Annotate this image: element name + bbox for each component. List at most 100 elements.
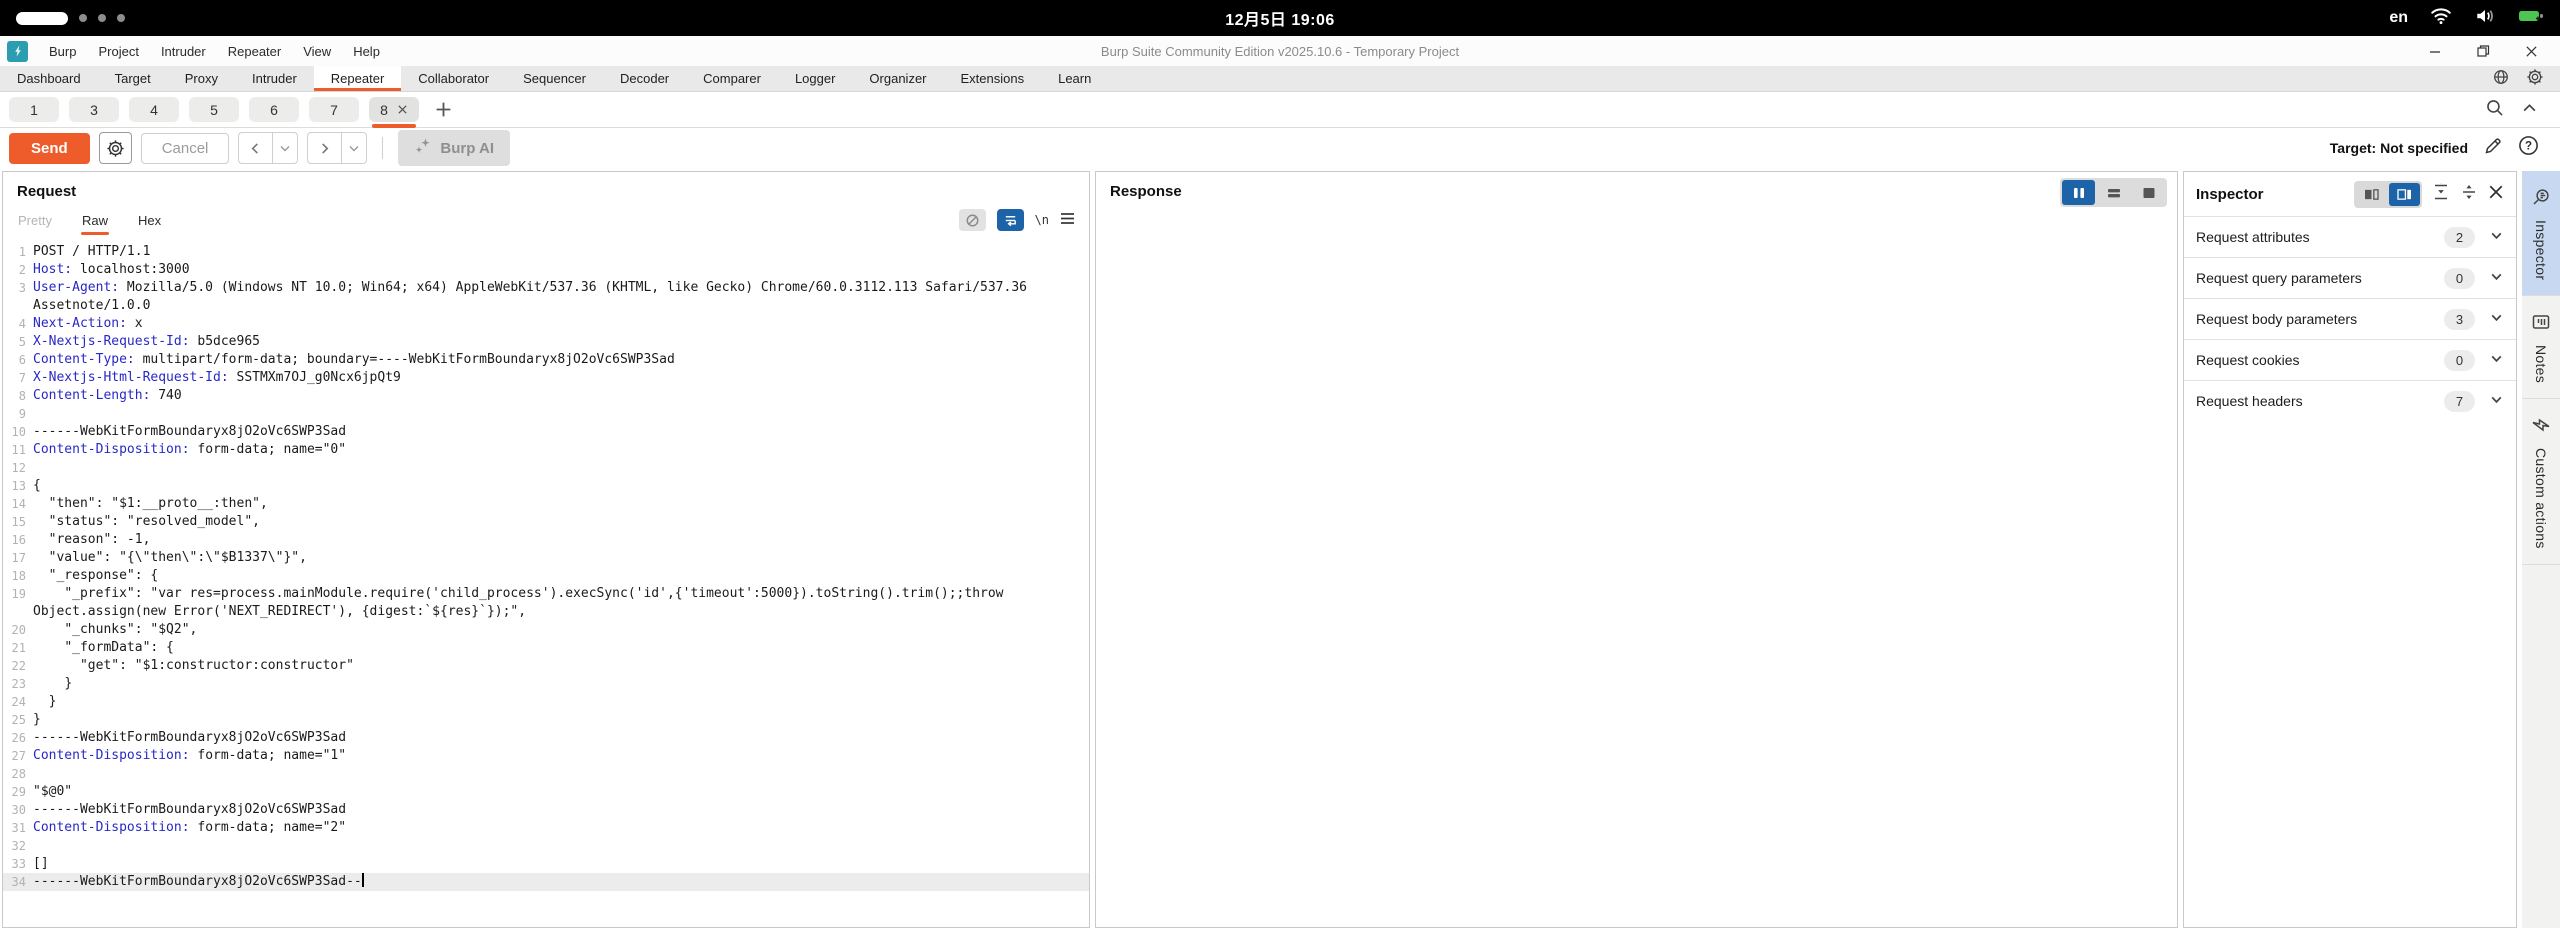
line-number: 24 (3, 693, 33, 711)
line-content: ------WebKitFormBoundaryx8jO2oVc6SWP3Sad… (33, 873, 1065, 891)
keyboard-layout-indicator[interactable]: en (2389, 9, 2408, 27)
menu-icon[interactable] (1060, 212, 1075, 228)
layout-rows-icon[interactable] (2097, 180, 2130, 205)
volume-icon[interactable] (2474, 7, 2496, 30)
line-content: "value": "{\"then\":\"$B1337\"}", (33, 549, 1065, 567)
line-content: "get": "$1:constructor:constructor" (33, 657, 1065, 675)
forward-dropdown-button[interactable] (342, 132, 367, 164)
restore-icon[interactable] (2474, 42, 2492, 60)
tab-sequencer[interactable]: Sequencer (506, 66, 603, 91)
line-number: 12 (3, 459, 33, 477)
request-tab-pretty[interactable]: Pretty (17, 204, 53, 237)
system-tray[interactable]: en (2389, 7, 2544, 30)
chevron-down-icon[interactable] (2489, 392, 2504, 410)
request-tab-hex[interactable]: Hex (137, 204, 162, 237)
expand-all-icon[interactable] (2460, 183, 2478, 206)
menu-view[interactable]: View (292, 39, 342, 64)
wifi-icon[interactable] (2430, 7, 2452, 30)
chevron-up-icon[interactable] (2522, 101, 2537, 119)
chevron-down-icon[interactable] (2489, 269, 2504, 287)
close-tab-icon[interactable] (397, 102, 408, 118)
inspector-section-request-body-parameters[interactable]: Request body parameters3 (2184, 298, 2516, 339)
inspector-section-request-headers[interactable]: Request headers7 (2184, 380, 2516, 421)
inspector-section-request-query-parameters[interactable]: Request query parameters0 (2184, 257, 2516, 298)
tab-target[interactable]: Target (98, 66, 168, 91)
editor-line: 27Content-Disposition: form-data; name="… (3, 747, 1089, 765)
chevron-down-icon[interactable] (2489, 351, 2504, 369)
strip-tab-notes[interactable]: Notes (2522, 296, 2560, 399)
chevron-down-icon[interactable] (2489, 228, 2504, 246)
repeater-tab-1[interactable]: 1 (9, 97, 59, 122)
tab-collaborator[interactable]: Collaborator (401, 66, 506, 91)
newline-glyph[interactable]: \n (1035, 213, 1049, 227)
repeater-tab-label: 7 (330, 102, 338, 118)
repeater-tab-5[interactable]: 5 (189, 97, 239, 122)
menu-project[interactable]: Project (87, 39, 149, 64)
inspector-section-request-attributes[interactable]: Request attributes2 (2184, 216, 2516, 257)
workspace-pill[interactable] (16, 12, 68, 25)
nonprintables-icon[interactable] (997, 209, 1024, 231)
pencil-icon[interactable] (2483, 136, 2503, 161)
close-icon[interactable] (2488, 184, 2504, 205)
back-dropdown-button[interactable] (273, 132, 298, 164)
menu-repeater[interactable]: Repeater (217, 39, 292, 64)
tab-dashboard[interactable]: Dashboard (0, 66, 98, 91)
editor-line: 21 "_formData": { (3, 639, 1089, 657)
search-icon[interactable] (2485, 98, 2504, 122)
tab-comparer[interactable]: Comparer (686, 66, 778, 91)
repeater-tab-8[interactable]: 8 (369, 97, 419, 122)
workspace-dot[interactable] (98, 14, 106, 22)
battery-icon[interactable] (2518, 8, 2544, 29)
close-icon[interactable] (2522, 42, 2540, 60)
dock-left-icon[interactable] (2356, 183, 2387, 206)
chevron-down-icon[interactable] (2489, 310, 2504, 328)
repeater-tab-7[interactable]: 7 (309, 97, 359, 122)
new-tab-button[interactable] (435, 101, 452, 118)
request-editor[interactable]: 1POST / HTTP/1.12Host: localhost:30003Us… (3, 238, 1089, 927)
tab-decoder[interactable]: Decoder (603, 66, 686, 91)
layout-columns-icon[interactable] (2062, 180, 2095, 205)
response-panel-title: Response (1096, 178, 1196, 202)
help-icon[interactable]: ? (2518, 135, 2539, 161)
menu-help[interactable]: Help (342, 39, 391, 64)
request-tab-raw[interactable]: Raw (81, 204, 109, 237)
tab-intruder[interactable]: Intruder (235, 66, 314, 91)
repeater-tab-6[interactable]: 6 (249, 97, 299, 122)
layout-single-icon[interactable] (2132, 180, 2165, 205)
cancel-button[interactable]: Cancel (141, 133, 230, 164)
response-body-empty[interactable] (1096, 207, 2177, 927)
line-number: 19 (3, 585, 33, 621)
clock[interactable]: 12月5日 19:06 (1225, 6, 1335, 30)
tab-proxy[interactable]: Proxy (168, 66, 235, 91)
repeater-tab-3[interactable]: 3 (69, 97, 119, 122)
tab-organizer[interactable]: Organizer (852, 66, 943, 91)
dock-right-icon[interactable] (2389, 183, 2420, 206)
workspace-indicator[interactable] (16, 12, 125, 25)
inspector-title: Inspector (2196, 186, 2264, 203)
collapse-all-icon[interactable] (2432, 183, 2450, 206)
send-button[interactable]: Send (9, 133, 90, 164)
gear-icon[interactable] (2526, 68, 2544, 89)
line-content: X-Nextjs-Request-Id: b5dce965 (33, 333, 1065, 351)
repeater-tab-4[interactable]: 4 (129, 97, 179, 122)
inspector-header: Inspector (2184, 172, 2516, 216)
editor-line: 23 } (3, 675, 1089, 693)
strip-tab-inspector[interactable]: Inspector (2522, 171, 2560, 296)
tab-extensions[interactable]: Extensions (944, 66, 1042, 91)
globe-icon[interactable] (2492, 68, 2510, 89)
tab-logger[interactable]: Logger (778, 66, 852, 91)
workspace-dot[interactable] (79, 14, 87, 22)
burp-ai-button[interactable]: Burp AI (398, 130, 510, 166)
menu-burp[interactable]: Burp (38, 39, 87, 64)
minimize-icon[interactable] (2426, 42, 2444, 60)
send-settings-button[interactable] (99, 132, 132, 164)
inspector-section-request-cookies[interactable]: Request cookies0 (2184, 339, 2516, 380)
tab-learn[interactable]: Learn (1041, 66, 1108, 91)
menu-intruder[interactable]: Intruder (150, 39, 217, 64)
highlight-off-icon[interactable] (959, 209, 986, 231)
workspace-dot[interactable] (117, 14, 125, 22)
forward-button[interactable] (307, 132, 342, 164)
tab-repeater[interactable]: Repeater (314, 66, 401, 91)
back-button[interactable] (238, 132, 273, 164)
strip-tab-custom-actions[interactable]: Custom actions (2522, 399, 2560, 565)
